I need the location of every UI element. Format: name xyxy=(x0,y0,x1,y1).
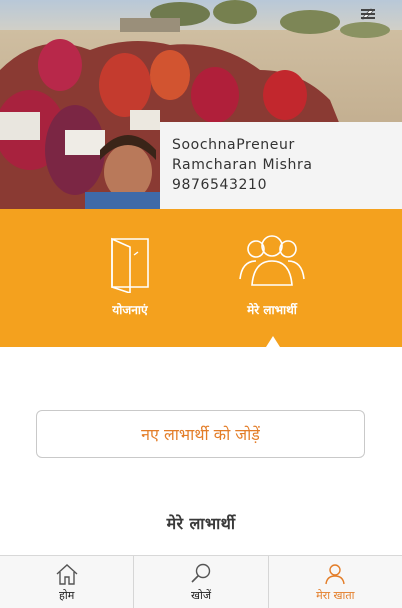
nav-home-label: होम xyxy=(59,589,75,602)
profile-name: Ramcharan Mishra xyxy=(172,157,313,173)
add-beneficiary-label: नए लाभार्थी को जोड़ें xyxy=(141,425,260,444)
active-tab-indicator xyxy=(266,336,280,347)
profile-role: SoochnaPreneur xyxy=(172,137,295,153)
search-icon xyxy=(191,563,211,583)
tab-schemes-label: योजनाएं xyxy=(112,303,148,317)
folder-icon xyxy=(111,237,149,293)
nav-search-label: खोजें xyxy=(190,589,211,602)
tab-schemes[interactable]: योजनाएं xyxy=(70,209,190,347)
menu-icon[interactable] xyxy=(361,6,398,22)
nav-search[interactable]: खोजें xyxy=(134,556,269,608)
bottom-navigation: होम खोजें मेरा खाता xyxy=(0,555,402,608)
profile-phone: 9876543210 xyxy=(172,177,268,193)
tab-band: योजनाएं मेरे लाभार्थी xyxy=(0,209,402,347)
nav-home[interactable]: होम xyxy=(0,556,135,608)
tab-my-beneficiaries[interactable]: मेरे लाभार्थी xyxy=(212,209,332,347)
profile-card: SoochnaPreneur Ramcharan Mishra 98765432… xyxy=(160,122,402,209)
add-beneficiary-button[interactable]: नए लाभार्थी को जोड़ें xyxy=(36,410,365,458)
section-title: मेरे लाभार्थी xyxy=(166,514,236,533)
user-icon xyxy=(325,564,346,585)
home-icon xyxy=(56,564,78,585)
users-group-icon xyxy=(239,235,305,286)
nav-my-account[interactable]: मेरा खाता xyxy=(269,556,402,608)
tab-my-beneficiaries-label: मेरे लाभार्थी xyxy=(247,303,297,317)
nav-my-account-label: मेरा खाता xyxy=(316,589,355,602)
